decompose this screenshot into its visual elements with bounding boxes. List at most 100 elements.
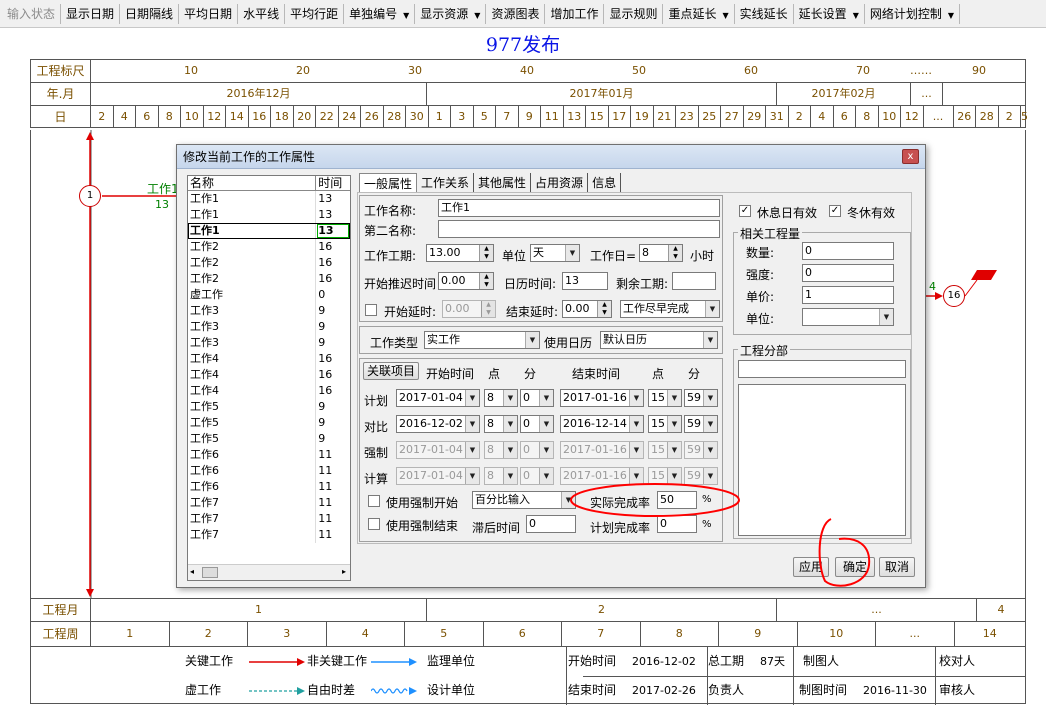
tab-3[interactable]: 占用资源 [531,173,589,193]
toolbar-button-7[interactable]: 显示资源 ▼ [415,3,487,24]
start-min-select[interactable]: 0 ▼ [520,389,554,407]
chevron-down-icon[interactable]: ▼ [403,11,409,20]
actual-rate-input[interactable]: 50 [657,491,697,509]
task-list-row[interactable]: 虚工作 0 [188,287,350,303]
force-start-checkbox[interactable] [368,495,380,507]
dialog-title-bar[interactable]: 修改当前工作的工作属性 x [177,145,925,169]
scroll-left-icon[interactable]: ◂ [190,567,194,576]
tab-2[interactable]: 其他属性 [474,173,532,193]
end-date-picker[interactable]: 2016-12-14 ▼ [560,415,644,433]
scroll-thumb[interactable] [202,567,218,578]
force-end-checkbox[interactable] [368,518,380,530]
chevron-down-icon[interactable]: ▼ [667,390,681,406]
chevron-down-icon[interactable]: ▼ [465,416,479,432]
list-horizontal-scrollbar[interactable]: ◂ ▸ [188,564,350,580]
col-time-header[interactable]: 时间 [316,176,350,190]
end-lag-input[interactable]: 0.00 ▲ ▼ [562,300,612,318]
project-part-list[interactable] [738,384,906,536]
end-date-picker[interactable]: 2017-01-16 ▼ [560,441,644,459]
toolbar-button-2[interactable]: 日期隔线 [120,3,180,24]
start-hour-select[interactable]: 8 ▼ [484,415,518,433]
chevron-down-icon[interactable]: ▼ [539,442,553,458]
apply-button[interactable]: 应用 [793,557,829,577]
duration-input[interactable]: 13.00 ▲ ▼ [426,244,494,262]
scroll-right-icon[interactable]: ▸ [342,567,346,576]
end-min-select[interactable]: 59 ▼ [684,441,718,459]
task-list-row[interactable]: 工作6 11 [188,447,350,463]
task-list-row[interactable]: 工作2 16 [188,239,350,255]
start-min-select[interactable]: 0 ▼ [520,415,554,433]
tab-1[interactable]: 工作关系 [417,173,475,193]
chevron-down-icon[interactable]: ▼ [703,442,717,458]
start-date-picker[interactable]: 2017-01-04 ▼ [396,441,480,459]
chevron-down-icon[interactable]: ▼ [503,390,517,406]
chevron-down-icon[interactable]: ▼ [703,416,717,432]
end-hour-select[interactable]: 15 ▼ [648,389,682,407]
end-date-picker[interactable]: 2017-01-16 ▼ [560,467,644,485]
toolbar-button-13[interactable]: 延长设置 ▼ [794,3,865,24]
delay-input[interactable]: 0.00 ▲ ▼ [438,272,494,290]
chevron-down-icon[interactable]: ▼ [948,11,954,20]
chevron-down-icon[interactable]: ▼ [667,468,681,484]
chevron-down-icon[interactable]: ▼ [879,309,893,325]
chevron-down-icon[interactable]: ▼ [705,301,719,317]
cancel-button[interactable]: 取消 [879,557,915,577]
end-lag-spinner-icon[interactable]: ▲ ▼ [597,301,611,317]
chevron-down-icon[interactable]: ▼ [503,468,517,484]
chevron-down-icon[interactable]: ▼ [539,390,553,406]
rest-day-checkbox[interactable]: ✓ [739,205,751,217]
chevron-down-icon[interactable]: ▼ [465,468,479,484]
start-hour-select[interactable]: 8 ▼ [484,441,518,459]
toolbar-button-10[interactable]: 显示规则 [604,3,664,24]
percent-mode-select[interactable]: 百分比输入 ▼ [472,491,576,509]
task-list-row[interactable]: 工作7 11 [188,527,350,543]
toolbar-button-11[interactable]: 重点延长 ▼ [663,3,735,24]
task-list-row[interactable]: 工作2 16 [188,255,350,271]
toolbar-button-4[interactable]: 水平线 [238,3,286,24]
start-lag-checkbox[interactable] [365,304,377,316]
task-list[interactable]: 名称 时间 工作1 13 工作1 13 工作1 13 工作2 16 工作2 16 工作2 16 虚工作 0… [187,175,351,581]
toolbar-button-12[interactable]: 实线延长 [735,3,794,24]
chevron-down-icon[interactable]: ▼ [539,416,553,432]
chevron-down-icon[interactable]: ▼ [629,468,643,484]
start-min-select[interactable]: 0 ▼ [520,441,554,459]
remaining-input[interactable] [672,272,716,290]
chevron-down-icon[interactable]: ▼ [703,390,717,406]
task-list-row[interactable]: 工作4 16 [188,383,350,399]
start-hour-select[interactable]: 8 ▼ [484,467,518,485]
calendar-select[interactable]: 默认日历 ▼ [600,331,718,349]
work-type-select[interactable]: 实工作 ▼ [424,331,540,349]
task-list-row[interactable]: 工作1 13 [188,207,350,223]
price-input[interactable]: 1 [802,286,894,304]
related-project-button[interactable]: 关联项目 [363,362,419,380]
qty-input[interactable]: 0 [802,242,894,260]
task-list-row[interactable]: 工作3 9 [188,335,350,351]
chevron-down-icon[interactable]: ▼ [565,245,579,261]
workday-input[interactable]: 8 ▲ ▼ [639,244,683,262]
end-hour-select[interactable]: 15 ▼ [648,467,682,485]
chevron-down-icon[interactable]: ▼ [703,332,717,348]
task-list-row[interactable]: 工作1 13 [188,223,350,239]
task-list-row[interactable]: 工作7 11 [188,511,350,527]
end-min-select[interactable]: 59 ▼ [684,389,718,407]
work-name-input[interactable]: 工作1 [438,199,720,217]
chevron-down-icon[interactable]: ▼ [465,442,479,458]
task-list-row[interactable]: 工作2 16 [188,271,350,287]
tab-0[interactable]: 一般属性 [359,173,418,193]
tab-4[interactable]: 信息 [588,173,622,193]
start-lag-spinner-icon[interactable]: ▲ ▼ [481,301,495,317]
chevron-down-icon[interactable]: ▼ [503,416,517,432]
close-icon[interactable]: x [902,149,919,164]
duration-spinner-icon[interactable]: ▲ ▼ [479,245,493,261]
start-date-picker[interactable]: 2016-12-02 ▼ [396,415,480,433]
intensity-input[interactable]: 0 [802,264,894,282]
toolbar-button-9[interactable]: 增加工作 [545,3,605,24]
calendar-time-input[interactable]: 13 [562,272,608,290]
chevron-down-icon[interactable]: ▼ [703,468,717,484]
chevron-down-icon[interactable]: ▼ [561,492,575,508]
chevron-down-icon[interactable]: ▼ [853,11,859,20]
lag-time-input[interactable]: 0 [526,515,576,533]
chevron-down-icon[interactable]: ▼ [629,416,643,432]
col-name-header[interactable]: 名称 [188,176,317,190]
task-list-row[interactable]: 工作3 9 [188,319,350,335]
